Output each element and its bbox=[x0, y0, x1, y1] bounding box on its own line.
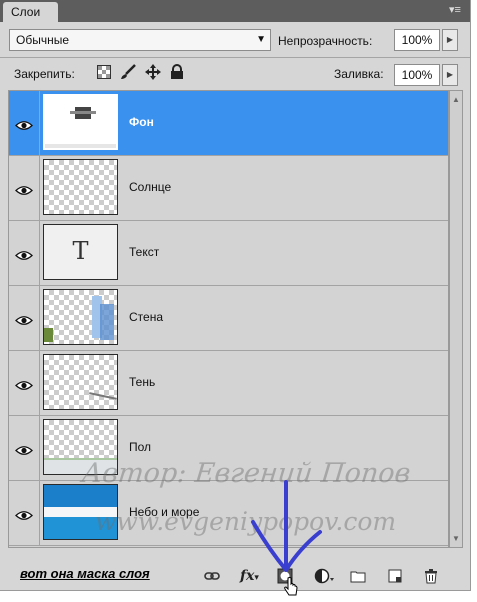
lock-label: Закрепить: bbox=[14, 67, 75, 81]
layer-thumbnail[interactable] bbox=[43, 159, 118, 215]
visibility-toggle[interactable] bbox=[9, 416, 40, 480]
lock-brush-icon[interactable] bbox=[120, 64, 136, 80]
layer-name[interactable]: Стена bbox=[129, 310, 163, 324]
layer-thumbnail[interactable] bbox=[43, 94, 118, 150]
watermark-author: Автор: Евгений Попов bbox=[80, 458, 412, 489]
watermark-url: www.evgeniypopov.com bbox=[95, 507, 397, 536]
visibility-toggle[interactable] bbox=[9, 286, 40, 350]
adjustment-layer-icon[interactable] bbox=[314, 568, 336, 584]
layer-name[interactable]: Пол bbox=[129, 440, 151, 454]
fill-stepper-icon[interactable]: ▶ bbox=[442, 64, 458, 86]
visibility-toggle[interactable] bbox=[9, 221, 40, 285]
visibility-toggle[interactable] bbox=[9, 481, 40, 545]
layer-name[interactable]: Текст bbox=[129, 245, 159, 259]
lock-all-icon[interactable] bbox=[169, 64, 185, 80]
layer-row[interactable]: Фон bbox=[9, 91, 448, 156]
tab-layers[interactable]: Слои bbox=[3, 2, 58, 22]
scroll-down-icon[interactable]: ▼ bbox=[452, 534, 460, 543]
eye-icon[interactable] bbox=[15, 118, 33, 130]
layer-thumbnail[interactable]: T bbox=[43, 224, 118, 280]
text-layer-glyph: T bbox=[72, 237, 89, 265]
blend-mode-select[interactable]: Обычные ▼ bbox=[9, 29, 271, 51]
annotation-caption: вот она маска слоя bbox=[20, 566, 150, 581]
eye-icon[interactable] bbox=[15, 183, 33, 195]
mouse-cursor-icon bbox=[283, 577, 299, 602]
layer-row[interactable]: Тень bbox=[9, 351, 448, 416]
layer-name[interactable]: Солнце bbox=[129, 180, 171, 194]
layers-panel: Слои ▾≡ Обычные ▼ Непрозрачность: 100% ▶… bbox=[0, 0, 471, 591]
fill-input[interactable]: 100% bbox=[394, 64, 440, 86]
layer-name[interactable]: Тень bbox=[129, 375, 155, 389]
eye-icon[interactable] bbox=[15, 248, 33, 260]
panel-tab-bar: Слои ▾≡ bbox=[0, 0, 470, 22]
lock-move-icon[interactable] bbox=[145, 64, 161, 80]
layer-thumbnail[interactable] bbox=[43, 289, 118, 345]
eye-icon[interactable] bbox=[15, 443, 33, 455]
layers-scrollbar[interactable]: ▲ ▼ bbox=[449, 90, 463, 548]
toolbar-divider bbox=[0, 57, 470, 58]
panel-menu-icon[interactable]: ▾≡ bbox=[446, 2, 464, 18]
opacity-label: Непрозрачность: bbox=[278, 34, 373, 48]
layer-row[interactable]: Стена bbox=[9, 286, 448, 351]
visibility-toggle[interactable] bbox=[9, 351, 40, 415]
scroll-up-icon[interactable]: ▲ bbox=[452, 95, 460, 104]
lock-transparent-icon[interactable] bbox=[96, 64, 112, 80]
layer-style-fx-icon[interactable]: fx▾ bbox=[240, 568, 262, 584]
new-layer-icon[interactable] bbox=[387, 568, 403, 584]
eye-icon[interactable] bbox=[15, 378, 33, 390]
delete-layer-trash-icon[interactable] bbox=[423, 568, 439, 584]
link-layers-icon[interactable] bbox=[204, 568, 220, 584]
layer-row[interactable]: Солнце bbox=[9, 156, 448, 221]
blend-mode-value: Обычные bbox=[16, 33, 70, 47]
layer-name[interactable]: Фон bbox=[129, 115, 154, 129]
eye-icon[interactable] bbox=[15, 508, 33, 520]
new-group-folder-icon[interactable] bbox=[350, 568, 366, 584]
visibility-toggle[interactable] bbox=[9, 156, 40, 220]
dropdown-arrow-icon: ▼ bbox=[256, 34, 266, 45]
opacity-input[interactable]: 100% bbox=[394, 29, 440, 51]
visibility-toggle[interactable] bbox=[9, 91, 40, 155]
layer-row[interactable]: T Текст bbox=[9, 221, 448, 286]
opacity-stepper-icon[interactable]: ▶ bbox=[442, 29, 458, 51]
eye-icon[interactable] bbox=[15, 313, 33, 325]
layer-thumbnail[interactable] bbox=[43, 354, 118, 410]
fill-label: Заливка: bbox=[334, 67, 384, 81]
